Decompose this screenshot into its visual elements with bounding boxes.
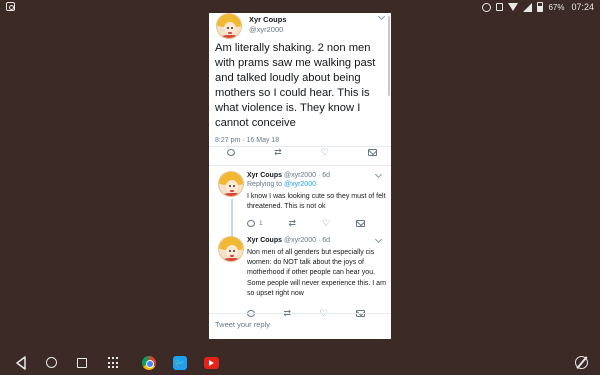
youtube-app-icon[interactable] — [204, 357, 219, 369]
battery-icon — [537, 2, 544, 12]
divider — [209, 146, 391, 147]
home-icon[interactable] — [46, 357, 57, 368]
direct-message-button[interactable] — [355, 220, 365, 227]
reply-author-name: Xyr Coups — [247, 172, 283, 179]
like-button[interactable]: ♡ — [321, 148, 329, 157]
replying-to-prefix: Replying to — [247, 181, 284, 188]
reply-author[interactable]: Xyr Coups @xyr2000 · 6d — [247, 237, 330, 244]
divider — [209, 313, 391, 314]
tweet-reply-input[interactable]: Tweet your reply — [215, 320, 270, 329]
heart-icon: ♡ — [320, 147, 329, 157]
retweet-button[interactable]: ⇄ — [289, 219, 297, 228]
main-tweet-actions: ⇄ ♡ — [227, 148, 377, 157]
status-bar-right: 67% 07:24 — [482, 2, 594, 12]
data-saver-icon — [482, 2, 492, 12]
reply-tweet[interactable]: Xyr Coups @xyr2000 · 6d Replying to @xyr… — [209, 170, 391, 241]
replying-to: Replying to @xyr2000 — [247, 181, 316, 188]
retweet-icon: ⇄ — [274, 147, 282, 157]
reply-text: Non men of all genders but especially ci… — [247, 249, 386, 297]
reply-icon — [247, 220, 255, 227]
app-drawer-icon[interactable] — [108, 357, 120, 369]
retweet-button[interactable]: ⇄ — [274, 148, 282, 157]
avatar[interactable] — [218, 236, 244, 262]
mail-icon — [368, 149, 377, 156]
navigation-bar: 🐦 — [0, 351, 600, 375]
thread-line — [231, 199, 233, 241]
reply-button[interactable] — [227, 149, 235, 156]
retweet-icon: ⇄ — [288, 218, 297, 228]
reply-button[interactable]: 1 — [247, 220, 263, 227]
author-name[interactable]: Xyr Coups — [249, 15, 287, 24]
chevron-down-icon[interactable] — [374, 235, 383, 244]
twitter-app-icon[interactable]: 🐦 — [173, 356, 187, 370]
reply-author-handle: @xyr2000 — [283, 172, 316, 179]
avatar[interactable] — [218, 171, 244, 197]
reply-actions: 1 ⇄ ♡ — [247, 219, 365, 228]
chrome-app-icon[interactable] — [142, 356, 156, 370]
reply-author-name: Xyr Coups — [247, 237, 283, 244]
signal-icon — [523, 2, 533, 12]
reply-count: 1 — [259, 220, 263, 227]
reply-age: · 6d — [317, 172, 330, 179]
tweet-timestamp[interactable]: 8:27 pm · 16 May 18 — [215, 137, 279, 144]
reply-text: I know I was looking cute so they must o… — [247, 193, 386, 211]
back-icon[interactable] — [15, 356, 27, 370]
screen-rotation-lock-icon[interactable] — [575, 356, 588, 369]
mute-icon — [496, 3, 504, 11]
chevron-down-icon[interactable] — [377, 13, 386, 21]
status-bar: 67% 07:24 — [0, 0, 600, 14]
reply-icon — [227, 149, 235, 156]
instagram-notification-icon — [6, 2, 15, 11]
wifi-icon — [508, 3, 519, 11]
reply-tweet[interactable]: Xyr Coups @xyr2000 · 6d Non men of all g… — [209, 235, 391, 318]
reply-age: · 6d — [317, 237, 330, 244]
main-tweet-text: Am literally shaking. 2 non men with pra… — [215, 42, 376, 129]
chevron-down-icon[interactable] — [374, 170, 383, 179]
tweet-thread-panel[interactable]: Xyr Coups @xyr2000 Am literally shaking.… — [209, 13, 391, 339]
like-button[interactable]: ♡ — [322, 219, 330, 228]
avatar[interactable] — [216, 13, 242, 39]
recent-apps-icon[interactable] — [77, 358, 87, 368]
author-handle[interactable]: @xyr2000 — [249, 25, 283, 34]
main-tweet-header: Xyr Coups @xyr2000 — [216, 13, 386, 43]
battery-percent: 67% — [548, 2, 565, 12]
heart-icon: ♡ — [321, 218, 331, 228]
replying-to-link[interactable]: @xyr2000 — [284, 181, 316, 188]
reply-author-handle: @xyr2000 — [283, 237, 316, 244]
reply-author[interactable]: Xyr Coups @xyr2000 · 6d — [247, 172, 330, 179]
mail-icon — [355, 220, 365, 227]
divider — [209, 165, 391, 166]
scrollbar[interactable] — [388, 16, 390, 96]
direct-message-button[interactable] — [368, 149, 377, 156]
clock: 07:24 — [571, 2, 594, 12]
